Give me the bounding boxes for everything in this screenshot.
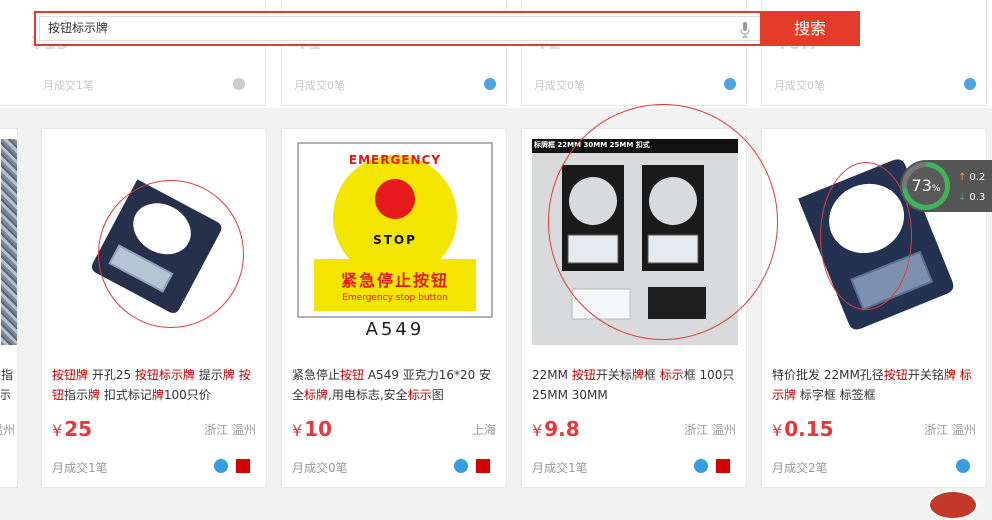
product-card-partial[interactable]: 示指 示 温州	[0, 128, 18, 488]
wangwang-icon[interactable]	[964, 78, 976, 90]
currency-symbol: ¥	[532, 421, 543, 440]
title-text: 框	[643, 368, 660, 382]
currency-symbol: ¥	[292, 421, 303, 440]
product-sales: 月成交2笔	[772, 461, 828, 475]
upload-speed: ↑ 0.2	[958, 172, 985, 183]
annotation-circle	[820, 162, 912, 310]
title-keyword: 牌	[151, 388, 164, 402]
download-speed: ↓ 0.3	[958, 192, 985, 203]
product-price: ¥25	[52, 417, 92, 441]
product-location: 上海	[471, 423, 496, 437]
title-keyword: 牌	[88, 388, 101, 402]
title-text: 紧急停止	[292, 368, 341, 382]
title-keyword: 标示	[659, 368, 684, 382]
product-sales: 月成交0笔	[294, 79, 345, 92]
search-input[interactable]: 按钮标示牌	[39, 16, 761, 41]
microphone-icon[interactable]	[740, 22, 750, 38]
price-value: 9.8	[544, 417, 580, 441]
product-title[interactable]: 22MM 按钮开关标牌框 标示框 100只 25MM 30MM	[532, 365, 738, 405]
title-text: 开孔25	[88, 368, 135, 382]
sign-text-bottom: STOP	[373, 233, 417, 247]
product-sales: 月成交1笔	[52, 461, 108, 475]
product-sales: 月成交0笔	[534, 79, 585, 92]
usage-value: 73	[911, 176, 932, 195]
previous-results-row: ¥15 月成交1笔 ¥1 月成交0笔 ¥2 月成交0笔 ¥0.7 月成交0笔 按…	[0, 0, 992, 108]
title-line: 示	[1, 388, 12, 402]
title-keyword: 标示	[407, 388, 432, 402]
product-card[interactable]: EMERGENCY STOP 紧急停止按钮 Emergency stop but…	[281, 128, 507, 488]
sign-text-cn: 紧急停止按钮	[340, 271, 449, 290]
title-text: 指示	[64, 388, 89, 402]
product-sales: 月成交0笔	[774, 79, 825, 92]
title-line: 示指	[1, 368, 14, 382]
title-keyword: 按钮	[571, 368, 596, 382]
arrow-down-icon: ↓	[958, 192, 967, 203]
title-keyword: 标牌	[304, 388, 329, 402]
wangwang-icon[interactable]	[454, 459, 468, 473]
title-keyword: 按钮牌	[52, 368, 89, 382]
product-location: 浙江 温州	[924, 423, 976, 437]
arrow-up-icon: ↑	[958, 172, 967, 183]
search-bar: 按钮标示牌 搜索	[34, 11, 860, 46]
title-text: 提示	[194, 368, 223, 382]
sign-text-en: Emergency stop button	[342, 293, 448, 303]
title-text: 100只价	[163, 388, 211, 402]
tmall-icon[interactable]	[716, 459, 730, 473]
product-sales: 月成交1笔	[43, 79, 94, 92]
title-text: 标字框 标签框	[796, 388, 876, 402]
sign-code: A549	[365, 319, 425, 340]
usage-percent: 73%	[907, 167, 945, 205]
floating-avatar[interactable]	[928, 490, 978, 520]
product-price: ¥10	[292, 417, 332, 441]
title-keyword: 牌	[631, 368, 644, 382]
title-text: 扣式标记	[100, 388, 152, 402]
title-text: 22MM	[532, 368, 572, 382]
product-title-fragment[interactable]: 示指 示	[1, 365, 21, 405]
title-keyword: 按钮标示牌	[134, 368, 195, 382]
product-title[interactable]: 紧急停止按钮 A549 亚克力16*20 安全标牌,用电标志,安全标示图	[292, 365, 498, 405]
product-image[interactable]	[1, 139, 17, 345]
product-location: 温州	[0, 423, 16, 437]
title-keyword: 牌	[943, 368, 956, 382]
title-keyword: 按钮	[340, 368, 365, 382]
product-image[interactable]: EMERGENCY STOP 紧急停止按钮 Emergency stop but…	[292, 139, 498, 345]
product-price: ¥9.8	[532, 417, 580, 441]
title-text: 图	[431, 388, 444, 402]
title-text: 开关铭	[907, 368, 944, 382]
download-value: 0.3	[969, 192, 986, 203]
currency-symbol: ¥	[52, 421, 63, 440]
annotation-circle	[548, 104, 778, 340]
sign-text-top: EMERGENCY	[348, 153, 442, 167]
title-keyword: 按钮	[883, 368, 908, 382]
product-price: ¥0.15	[772, 417, 834, 441]
product-sales: 月成交1笔	[532, 461, 588, 475]
network-speed-widget[interactable]: 73% ↑ 0.2 ↓ 0.3	[900, 160, 992, 212]
annotation-circle	[98, 180, 244, 328]
tmall-icon[interactable]	[476, 459, 490, 473]
tmall-icon[interactable]	[236, 459, 250, 473]
title-text: 特价批发 22MM孔径	[772, 368, 884, 382]
wangwang-icon[interactable]	[956, 459, 970, 473]
percent-sign: %	[931, 184, 941, 194]
product-location: 浙江 温州	[684, 423, 736, 437]
usage-ring: 73%	[902, 162, 950, 210]
product-location: 浙江 温州	[204, 423, 256, 437]
title-text: 开关标	[595, 368, 632, 382]
wangwang-icon[interactable]	[724, 78, 736, 90]
currency-symbol: ¥	[772, 421, 783, 440]
search-button[interactable]: 搜索	[760, 11, 860, 46]
price-value: 10	[304, 417, 333, 441]
price-value: 0.15	[784, 417, 834, 441]
upload-value: 0.2	[969, 172, 986, 183]
wangwang-icon[interactable]	[484, 78, 496, 90]
wangwang-icon[interactable]	[694, 459, 708, 473]
title-text: ,用电标志,安全	[328, 388, 408, 402]
wangwang-icon[interactable]	[214, 459, 228, 473]
product-title[interactable]: 特价批发 22MM孔径按钮开关铭牌 标示牌 标字框 标签框	[772, 365, 978, 405]
product-sales: 月成交0笔	[292, 461, 348, 475]
wangwang-icon[interactable]	[233, 78, 245, 90]
price-value: 25	[64, 417, 93, 441]
title-keyword: 牌	[222, 368, 235, 382]
product-title[interactable]: 按钮牌 开孔25 按钮标示牌 提示牌 按钮指示牌 扣式标记牌100只价	[52, 365, 258, 405]
